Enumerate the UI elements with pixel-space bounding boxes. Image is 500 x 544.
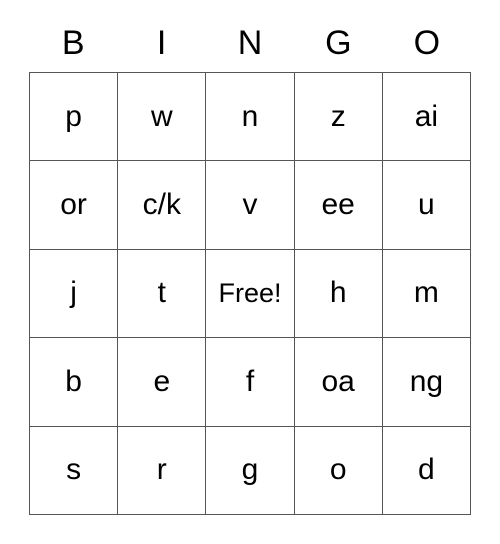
bingo-header-row: B I N G O [29,14,471,72]
bingo-cell-label: o [329,453,347,487]
bingo-cell-r3c3[interactable]: oa [294,338,383,427]
bingo-cell-r3c2[interactable]: f [206,338,295,427]
bingo-cell-label: ai [414,99,439,133]
bingo-cell-r1c1[interactable]: c/k [118,161,207,250]
bingo-cell-r0c2[interactable]: n [206,73,295,162]
header-letter-o: O [413,24,441,62]
bingo-cell-label: r [156,453,167,487]
bingo-cell-r0c1[interactable]: w [118,73,207,162]
bingo-card: B I N G O p w n z ai or c/k v ee u j t F… [29,14,471,515]
bingo-cell-r0c0[interactable]: p [30,73,119,162]
bingo-cell-r2c4[interactable]: m [382,249,471,339]
bingo-cell-r2c0[interactable]: j [30,249,119,339]
bingo-cell-label: n [241,99,259,133]
bingo-cell-label: u [418,188,435,222]
bingo-cell-r4c0[interactable]: s [30,426,119,515]
bingo-cell-label: m [413,276,439,310]
bingo-cell-r1c0[interactable]: or [30,161,119,250]
header-letter-n: N [237,24,263,62]
header-letter-i: I [156,24,167,62]
bingo-cell-free-space[interactable]: Free! [206,249,295,339]
bingo-cell-label: g [241,453,259,487]
bingo-cell-r4c1[interactable]: r [118,426,207,515]
bingo-cell-r2c1[interactable]: t [118,249,207,339]
bingo-cell-label: s [66,453,82,487]
bingo-cell-label: b [65,364,82,398]
bingo-cell-r0c4[interactable]: ai [382,73,471,162]
bingo-cell-r4c2[interactable]: g [206,426,295,515]
bingo-cell-r3c1[interactable]: e [118,338,207,427]
bingo-cell-label: w [150,99,173,133]
bingo-cell-r0c3[interactable]: z [294,73,383,162]
header-letter-b: B [61,24,85,62]
bingo-cell-label: z [330,99,346,133]
bingo-cell-r2c3[interactable]: h [294,249,383,339]
bingo-cell-r4c3[interactable]: o [294,426,383,515]
bingo-cell-label: or [60,188,87,222]
bingo-cell-label: c/k [142,188,181,222]
bingo-cell-label: v [242,188,258,222]
bingo-cell-r1c3[interactable]: ee [294,161,383,250]
bingo-cell-r3c4[interactable]: ng [382,338,471,427]
bingo-cell-label: p [65,99,82,133]
bingo-cell-r3c0[interactable]: b [30,338,119,427]
bingo-cell-label: h [329,276,347,310]
bingo-grid: p w n z ai or c/k v ee u j t Free! h m b… [29,72,471,515]
bingo-cell-label: oa [321,364,355,398]
bingo-cell-r1c2[interactable]: v [206,161,295,250]
bingo-cell-label: j [70,276,77,310]
bingo-cell-label: ng [409,364,444,398]
bingo-cell-label: ee [321,188,355,222]
bingo-cell-label: t [157,276,166,310]
bingo-cell-label: e [153,364,171,398]
bingo-card-page: B I N G O p w n z ai or c/k v ee u j t F… [0,0,500,544]
bingo-cell-r1c4[interactable]: u [382,161,471,250]
bingo-cell-label: d [418,453,435,487]
free-space-label: Free! [218,277,282,308]
bingo-cell-r4c4[interactable]: d [382,426,471,515]
bingo-cell-label: f [245,364,255,398]
header-letter-g: G [325,24,352,62]
